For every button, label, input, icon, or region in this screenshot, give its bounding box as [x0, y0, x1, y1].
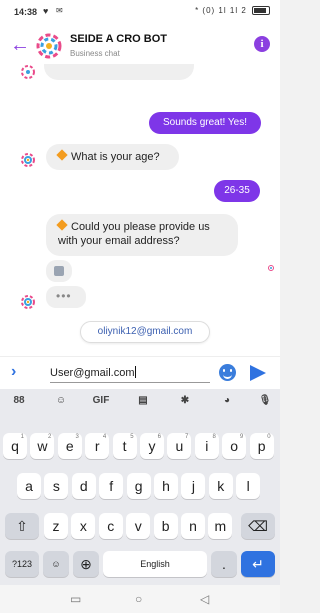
key-number-hint: 9	[239, 434, 244, 440]
bot-avatar	[21, 65, 35, 79]
bot-message-bubble: Could you please provide us with your em…	[46, 214, 238, 256]
key-x[interactable]: x	[71, 513, 96, 539]
bot-avatar	[21, 153, 35, 167]
key-j[interactable]: j	[181, 473, 206, 499]
key-number-hint: 0	[267, 434, 271, 440]
key-r[interactable]: r4	[85, 433, 110, 459]
status-indicators: * (0) 1l 1l 2	[195, 6, 270, 16]
chat-area: Sounds great! Yes! What is your age? 26-…	[0, 64, 280, 356]
clipboard-icon[interactable]: ▤	[134, 393, 152, 409]
key-h[interactable]: h	[154, 473, 178, 499]
gif-button[interactable]: GIF	[92, 393, 110, 409]
enter-icon[interactable]: ↵	[241, 551, 275, 577]
status-bar: 14:38 ♥ ✉ * (0) 1l 1l 2	[0, 0, 280, 24]
key-w[interactable]: w2	[30, 433, 55, 459]
palette-icon[interactable]: ◕	[218, 393, 236, 409]
user-message-bubble: 26-35	[214, 180, 260, 202]
key-m[interactable]: m	[208, 513, 233, 539]
diamond-icon	[56, 219, 68, 231]
message-input-value: User@gmail.com	[50, 367, 135, 379]
key-g[interactable]: g	[126, 473, 151, 499]
bot-message-text: Could you please provide us with your em…	[58, 221, 210, 247]
status-time: 14:38	[14, 7, 38, 17]
keyboard-toolbar: 88 ☺ GIF ▤ ✱ ◕ 🎙	[0, 389, 280, 413]
back-nav-icon[interactable]: ◁	[200, 592, 209, 606]
bot-message-bubble: What is your age?	[46, 144, 179, 170]
key-l[interactable]: l	[236, 473, 261, 499]
sticker-icon[interactable]: ☺	[52, 393, 70, 409]
bot-subtitle: Business chat	[70, 49, 120, 58]
recents-icon[interactable]: ▭	[70, 592, 81, 606]
back-arrow-icon[interactable]: ←	[10, 35, 30, 55]
status-indicators-text: * (0) 1l 1l 2	[195, 6, 247, 15]
period-key[interactable]: .	[211, 551, 237, 577]
home-icon[interactable]: ○	[135, 592, 142, 606]
typing-bubble: •••	[46, 286, 86, 308]
bot-message-text: What is your age?	[71, 151, 160, 163]
composer: › User@gmail.com	[0, 356, 280, 388]
backspace-icon[interactable]: ⌫	[241, 513, 275, 539]
key-number-hint: 2	[48, 434, 52, 440]
attachment-bubble[interactable]	[46, 260, 72, 282]
key-p[interactable]: p0	[249, 433, 274, 459]
key-number-hint: 4	[102, 434, 107, 440]
space-key[interactable]: English	[103, 551, 207, 577]
emoji-icon[interactable]	[219, 364, 236, 381]
message-input[interactable]: User@gmail.com	[50, 363, 210, 383]
user-message-text: 26-35	[224, 185, 250, 196]
key-b[interactable]: b	[153, 513, 178, 539]
key-t[interactable]: t5	[112, 433, 137, 459]
key-y[interactable]: y6	[140, 433, 164, 459]
apps-icon[interactable]: 88	[10, 393, 28, 409]
attachment-icon	[54, 266, 64, 276]
chat-screen: 14:38 ♥ ✉ * (0) 1l 1l 2 ← SEIDE A CRO BO…	[0, 0, 280, 613]
quick-reply-email[interactable]: oliynik12@gmail.com	[80, 321, 210, 343]
user-message-text: Sounds great! Yes!	[163, 117, 247, 128]
key-o[interactable]: o9	[222, 433, 247, 459]
key-z[interactable]: z	[44, 513, 68, 539]
key-f[interactable]: f	[99, 473, 124, 499]
user-message-bubble: Sounds great! Yes!	[149, 112, 261, 134]
key-number-hint: 6	[157, 434, 161, 440]
globe-icon[interactable]: ⊕	[73, 551, 99, 577]
key-number-hint: 8	[212, 434, 216, 440]
typing-indicator: •••	[56, 289, 72, 303]
key-v[interactable]: v	[126, 513, 151, 539]
key-number-hint: 1	[20, 434, 24, 440]
key-s[interactable]: s	[44, 473, 69, 499]
symbols-key[interactable]: ?123	[5, 551, 39, 577]
message-notification-icon: ✉	[56, 6, 63, 15]
bot-name: SEIDE A CRO BOT	[70, 33, 167, 45]
settings-icon[interactable]: ✱	[176, 393, 194, 409]
key-number-hint: 3	[75, 434, 79, 440]
key-c[interactable]: c	[98, 513, 123, 539]
key-a[interactable]: a	[17, 473, 41, 499]
sparkle-icon	[268, 265, 274, 271]
key-n[interactable]: n	[181, 513, 205, 539]
bot-avatar	[21, 295, 35, 309]
heart-icon: ♥	[43, 6, 49, 16]
diamond-icon	[56, 149, 68, 161]
shift-icon[interactable]: ⇧	[5, 513, 39, 539]
keyboard: 88 ☺ GIF ▤ ✱ ◕ 🎙 q1w2e3r4t5y6u7i8o9p0 as…	[0, 389, 280, 585]
key-number-hint: 7	[185, 434, 189, 440]
info-icon[interactable]: i	[254, 36, 270, 52]
key-k[interactable]: k	[208, 473, 233, 499]
emoji-key[interactable]: ☺	[43, 551, 69, 577]
key-u[interactable]: u7	[167, 433, 192, 459]
battery-icon	[252, 6, 270, 16]
mic-icon[interactable]: 🎙	[256, 393, 274, 409]
chevron-right-icon[interactable]: ›	[11, 363, 16, 381]
text-caret	[134, 366, 136, 378]
key-d[interactable]: d	[71, 473, 96, 499]
key-e[interactable]: e3	[57, 433, 82, 459]
send-icon[interactable]	[250, 365, 266, 381]
key-i[interactable]: i8	[194, 433, 219, 459]
navigation-bar: ▭ ○ ◁	[0, 585, 280, 613]
previous-bot-bubble	[44, 64, 194, 80]
key-q[interactable]: q1	[3, 433, 27, 459]
bot-logo-icon	[36, 33, 62, 59]
key-number-hint: 5	[130, 434, 134, 440]
